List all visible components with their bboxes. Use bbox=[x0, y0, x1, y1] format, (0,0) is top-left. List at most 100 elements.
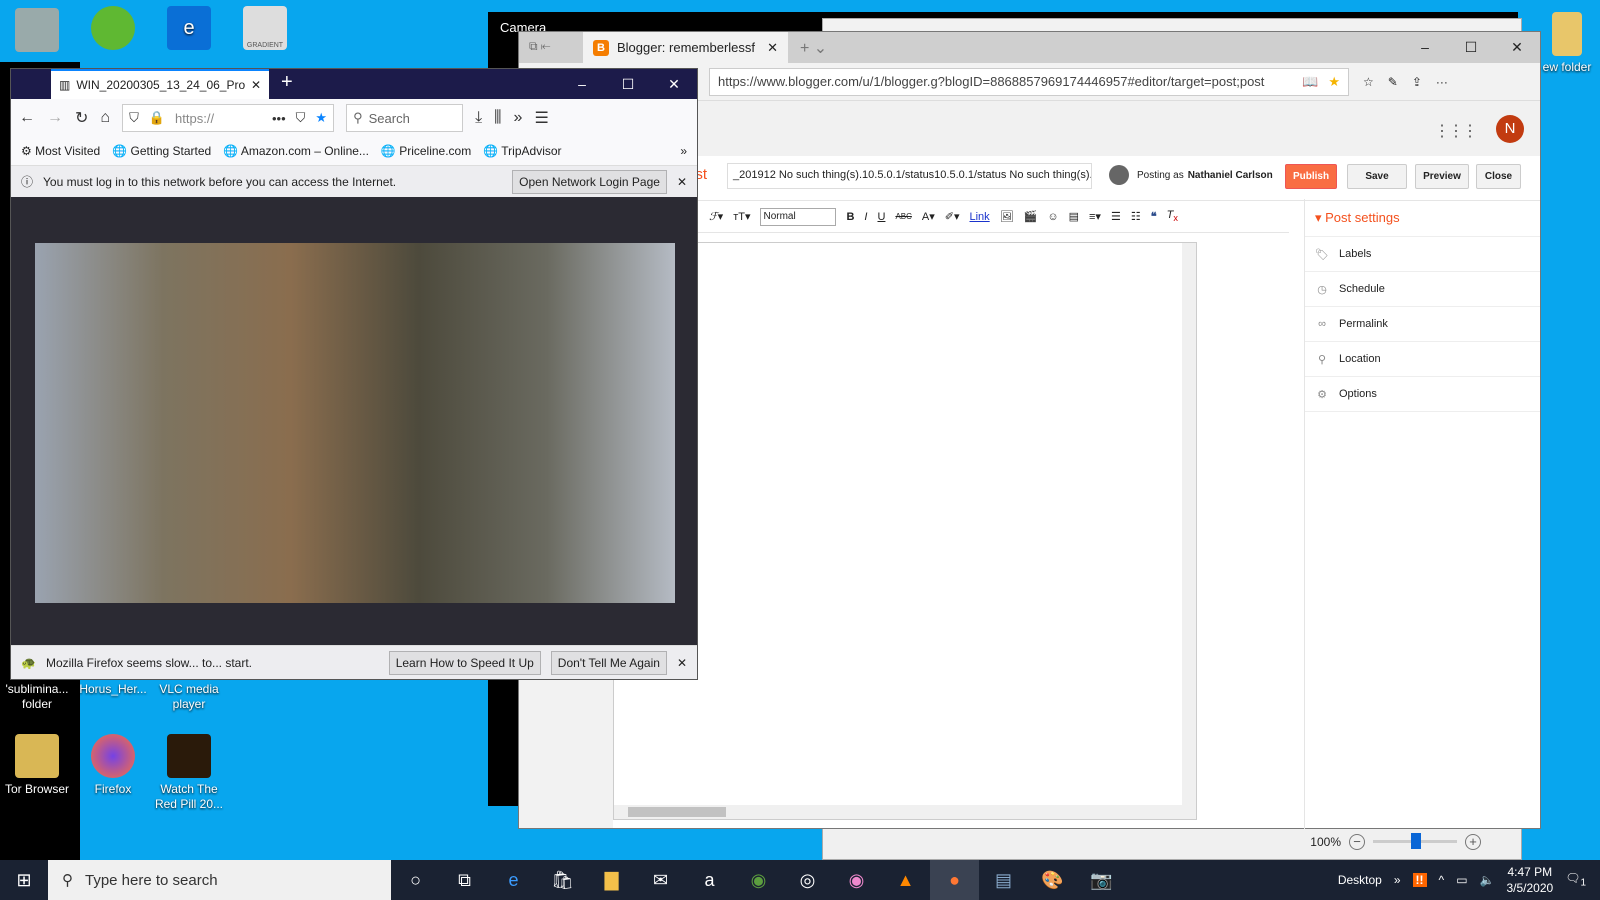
font-icon[interactable]: ℱ▾ bbox=[709, 210, 723, 223]
highlight-icon[interactable]: ✐▾ bbox=[945, 210, 960, 223]
file-explorer-icon[interactable]: ▇ bbox=[587, 860, 636, 900]
desktop-icon-firefox[interactable]: Firefox bbox=[76, 734, 150, 797]
alert-app-icon[interactable]: !! bbox=[1412, 873, 1427, 887]
show-hidden-icons[interactable]: ^ bbox=[1439, 873, 1445, 887]
notes-icon[interactable]: ✎ bbox=[1388, 75, 1398, 89]
firefox-window[interactable]: ▥ WIN_20200305_13_24_06_Pro.m ✕ + – ☐ ✕ ← → ↻ ⌂… bbox=[10, 68, 698, 680]
video-icon[interactable]: 🎬 bbox=[1024, 210, 1038, 223]
close-button[interactable]: ✕ bbox=[1494, 32, 1540, 63]
favorites-icon[interactable]: ☆ bbox=[1363, 75, 1374, 89]
desktop-icon-subliminal-folder[interactable]: 'sublimina... folder bbox=[0, 682, 74, 712]
toolbar-overflow-icon[interactable]: » bbox=[1394, 873, 1401, 887]
maximize-button[interactable]: ☐ bbox=[1448, 32, 1494, 63]
horizontal-scrollbar[interactable] bbox=[614, 805, 1196, 819]
action-center-icon[interactable]: 🗨1 bbox=[1565, 871, 1586, 888]
post-body-editor[interactable] bbox=[613, 242, 1197, 820]
open-network-login-button[interactable]: Open Network Login Page bbox=[512, 169, 667, 194]
vlc-icon[interactable]: ▲ bbox=[881, 860, 930, 900]
desktop-icon-edge[interactable]: e bbox=[152, 6, 226, 54]
video-frame[interactable] bbox=[35, 243, 675, 603]
forward-button[interactable]: → bbox=[47, 109, 63, 127]
firefox-icon[interactable]: ● bbox=[930, 860, 979, 900]
back-button[interactable]: ← bbox=[19, 109, 35, 127]
new-tab-button[interactable]: + ⌄ bbox=[788, 32, 839, 63]
color-app-icon[interactable]: ◉ bbox=[832, 860, 881, 900]
text-color-icon[interactable]: A▾ bbox=[922, 210, 935, 223]
post-title-input[interactable]: _201912 No such thing(s).10.5.0.1/status… bbox=[727, 163, 1092, 189]
bookmark-star-icon[interactable]: ★ bbox=[315, 110, 327, 126]
zoom-slider[interactable] bbox=[1373, 833, 1457, 849]
maximize-button[interactable]: ☐ bbox=[605, 69, 651, 99]
desktop-icon-vlc[interactable]: VLC media player bbox=[152, 682, 226, 712]
library-icon[interactable]: ⫼ bbox=[494, 109, 501, 127]
desktop-icon-gradient[interactable]: GRADIENT bbox=[228, 6, 302, 54]
reading-view-icon[interactable]: 📖 bbox=[1302, 74, 1318, 90]
jump-break-icon[interactable]: ▤ bbox=[1069, 210, 1079, 223]
sidebar-item-options[interactable]: ⚙ Options bbox=[1305, 377, 1540, 412]
align-icon[interactable]: ≡▾ bbox=[1089, 210, 1101, 223]
close-button-blogger[interactable]: Close bbox=[1476, 164, 1521, 189]
apps-grid-icon[interactable]: ⋮⋮⋮ bbox=[1434, 121, 1478, 141]
minimize-button[interactable]: – bbox=[1402, 32, 1448, 63]
save-button[interactable]: Save bbox=[1347, 164, 1407, 189]
taskbar-search[interactable]: ⚲ Type here to search bbox=[48, 860, 391, 900]
scroll-thumb[interactable] bbox=[628, 807, 726, 817]
sidebar-item-labels[interactable]: 🏷 Labels bbox=[1305, 237, 1540, 272]
desktop-icon-horus[interactable]: Horus_Her... bbox=[76, 682, 150, 697]
sidebar-item-schedule[interactable]: ◷ Schedule bbox=[1305, 272, 1540, 307]
italic-button[interactable]: I bbox=[864, 211, 867, 223]
home-button[interactable]: ⌂ bbox=[100, 109, 110, 127]
bookmark-tripadvisor[interactable]: 🌐 TripAdvisor bbox=[483, 144, 561, 158]
quote-icon[interactable]: ❝ bbox=[1151, 210, 1157, 223]
post-settings-header[interactable]: ▾ Post settings bbox=[1305, 199, 1540, 237]
zoom-slider-thumb[interactable] bbox=[1411, 833, 1421, 849]
clear-format-icon[interactable]: Tx bbox=[1167, 209, 1178, 223]
pocket-icon[interactable]: ⛉ bbox=[296, 110, 306, 126]
favorite-star-icon[interactable]: ★ bbox=[1328, 74, 1340, 90]
dont-tell-again-button[interactable]: Don't Tell Me Again bbox=[550, 650, 667, 675]
zoom-out-button[interactable]: − bbox=[1349, 833, 1365, 850]
emoji-icon[interactable]: ☺ bbox=[1047, 211, 1058, 223]
url-field[interactable]: https://www.blogger.com/u/1/blogger.g?bl… bbox=[709, 67, 1349, 96]
zoom-in-button[interactable]: + bbox=[1465, 833, 1481, 850]
battery-icon[interactable]: ▭ bbox=[1456, 873, 1467, 887]
camera-app-icon[interactable]: ◎ bbox=[783, 860, 832, 900]
notepad-icon[interactable]: ▤ bbox=[979, 860, 1028, 900]
search-input[interactable]: ⚲ Search bbox=[346, 104, 464, 132]
close-tab-icon[interactable]: ✕ bbox=[767, 40, 778, 56]
vertical-scrollbar[interactable] bbox=[1182, 243, 1196, 807]
menu-icon[interactable]: ☰ bbox=[534, 108, 548, 128]
url-field[interactable]: ⛉ 🔒 https:// ••• ⛉ ★ bbox=[122, 104, 335, 132]
share-icon[interactable]: ⇪ bbox=[1412, 75, 1422, 89]
close-tab-icon[interactable]: ✕ bbox=[251, 78, 261, 92]
reload-button[interactable]: ↻ bbox=[75, 108, 88, 128]
cortana-icon[interactable]: ○ bbox=[391, 860, 440, 900]
image-icon[interactable]: 🖼 bbox=[1000, 210, 1014, 223]
amazon-icon[interactable]: a bbox=[685, 860, 734, 900]
tab-blogger[interactable]: B Blogger: rememberlessf ✕ bbox=[583, 32, 788, 63]
learn-speed-up-button[interactable]: Learn How to Speed It Up bbox=[388, 650, 541, 675]
new-tab-button[interactable]: + bbox=[269, 69, 305, 99]
tab-video[interactable]: ▥ WIN_20200305_13_24_06_Pro.m ✕ bbox=[51, 69, 269, 99]
task-view-icon[interactable]: ⧉ bbox=[440, 860, 489, 900]
font-size-icon[interactable]: тT▾ bbox=[733, 210, 750, 223]
tripadvisor-icon[interactable]: ◉ bbox=[734, 860, 783, 900]
downloads-icon[interactable]: ⤓ bbox=[475, 109, 482, 127]
overflow-icon[interactable]: » bbox=[514, 109, 523, 127]
desktop-icon-tor-browser[interactable]: Tor Browser bbox=[0, 734, 74, 797]
sidebar-item-permalink[interactable]: ∞ Permalink bbox=[1305, 307, 1540, 342]
close-button[interactable]: ✕ bbox=[651, 69, 697, 99]
link-button[interactable]: Link bbox=[970, 211, 990, 223]
numbered-list-icon[interactable]: ☰ bbox=[1111, 210, 1121, 223]
underline-button[interactable]: U bbox=[877, 211, 885, 223]
strikethrough-button[interactable]: ABC bbox=[895, 212, 911, 221]
minimize-button[interactable]: – bbox=[559, 69, 605, 99]
start-button[interactable]: ⊞ bbox=[0, 870, 48, 891]
account-avatar[interactable]: N bbox=[1496, 115, 1524, 143]
preview-button[interactable]: Preview bbox=[1415, 164, 1469, 189]
mail-icon[interactable]: ✉ bbox=[636, 860, 685, 900]
bullet-list-icon[interactable]: ☷ bbox=[1131, 210, 1141, 223]
clock[interactable]: 4:47 PM 3/5/2020 bbox=[1506, 864, 1553, 896]
format-select[interactable]: Normal bbox=[760, 207, 837, 226]
more-icon[interactable]: ··· bbox=[1436, 75, 1448, 89]
